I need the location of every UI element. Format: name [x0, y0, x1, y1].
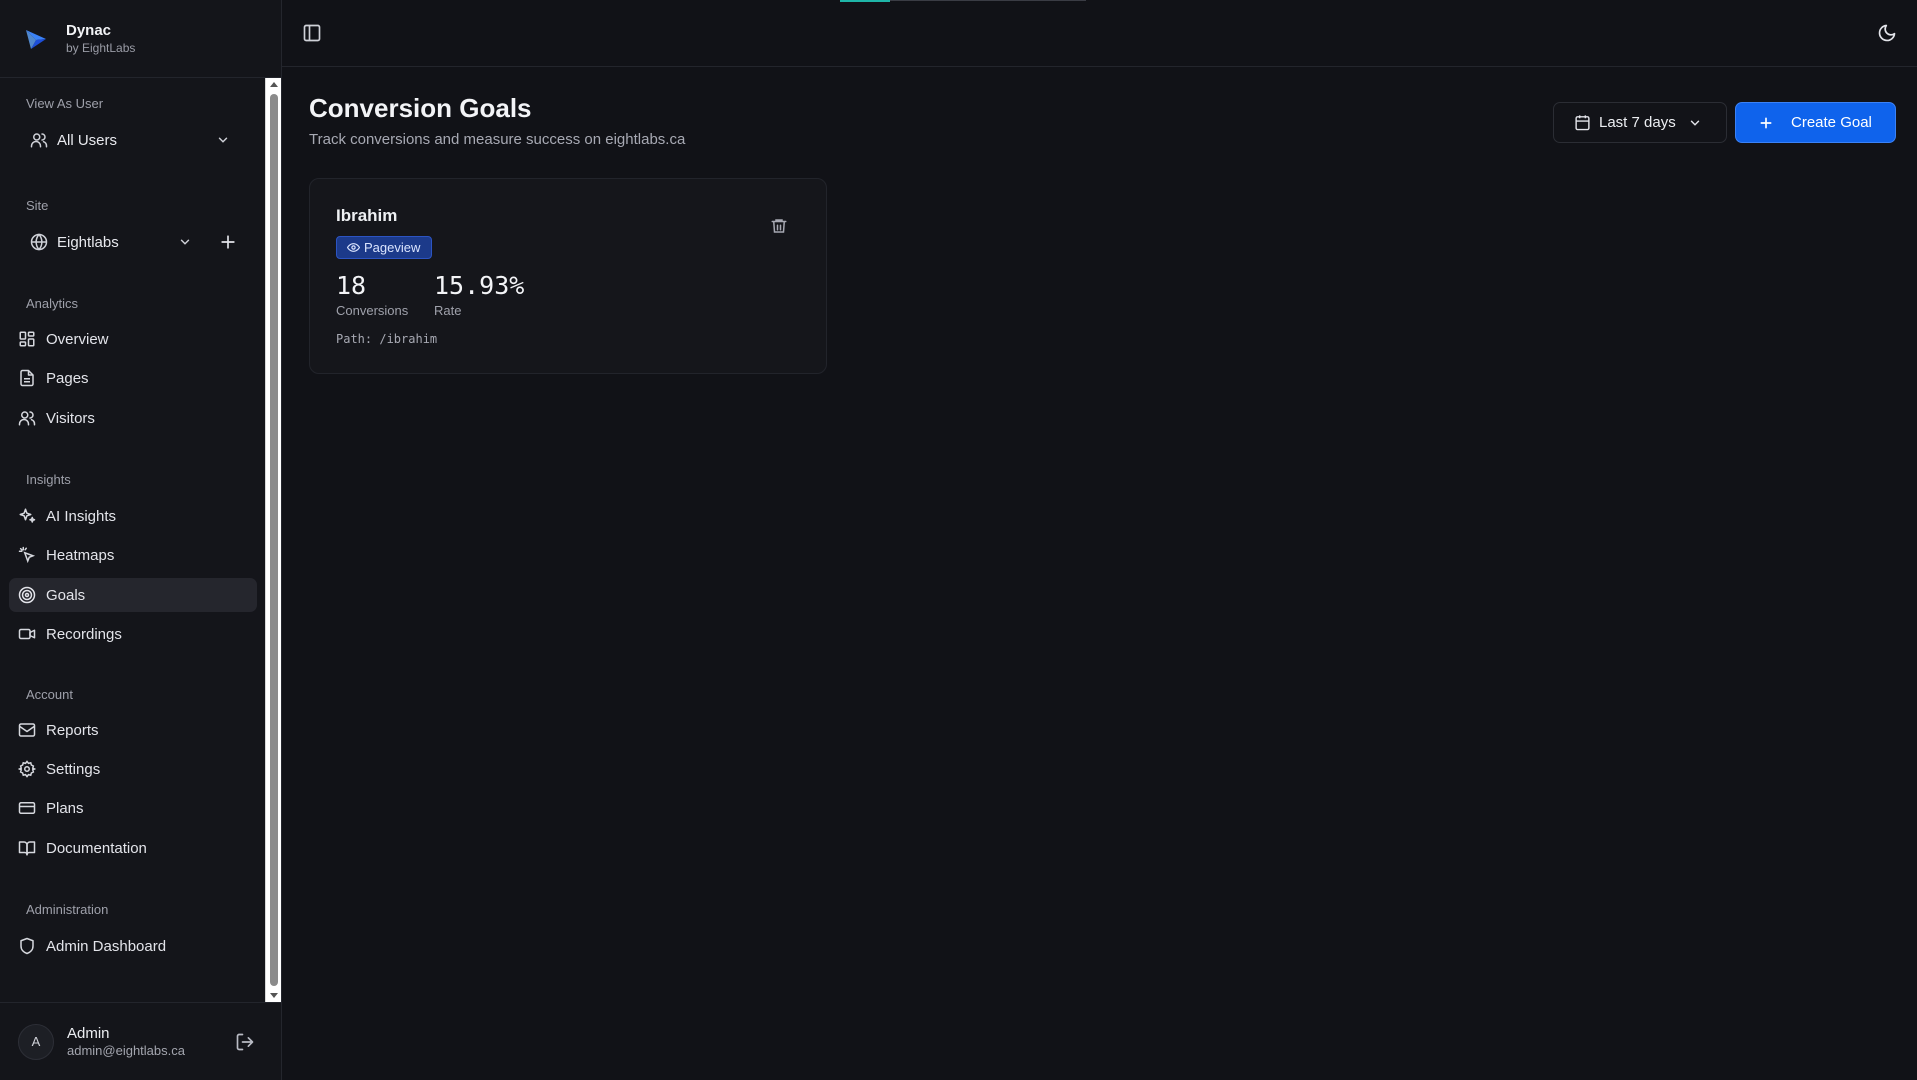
- sidebar-item-label: Reports: [46, 721, 99, 739]
- book-open-icon: [18, 839, 36, 857]
- conversions-label: Conversions: [336, 303, 409, 318]
- sidebar-item-documentation[interactable]: Documentation: [9, 831, 257, 865]
- moon-icon[interactable]: [1877, 23, 1897, 43]
- sidebar-item-label: Pages: [46, 369, 89, 387]
- sidebar-item-plans[interactable]: Plans: [9, 791, 257, 825]
- user-profile[interactable]: A Admin admin@eightlabs.ca: [0, 1002, 281, 1080]
- layout-grid-icon: [18, 330, 36, 348]
- sidebar-item-overview[interactable]: Overview: [9, 322, 257, 356]
- chevron-down-icon: [178, 235, 192, 249]
- create-goal-button[interactable]: Create Goal: [1735, 102, 1896, 143]
- sidebar-toggle-icon[interactable]: [302, 23, 322, 43]
- sidebar-item-visitors[interactable]: Visitors: [9, 401, 257, 435]
- users-icon: [18, 409, 36, 427]
- create-goal-label: Create Goal: [1791, 114, 1872, 131]
- sidebar-item-label: Documentation: [46, 839, 147, 857]
- scroll-up-arrow-icon[interactable]: [270, 82, 278, 87]
- rate-label: Rate: [434, 303, 462, 318]
- sidebar-item-label: Settings: [46, 760, 101, 778]
- sidebar-nav: View As User All Users Site Eightlabs An…: [0, 78, 264, 1002]
- target-icon: [18, 586, 36, 604]
- rate-value: 15.93%: [434, 271, 525, 300]
- credit-card-icon: [18, 799, 36, 817]
- section-label-analytics: Analytics: [26, 296, 79, 311]
- section-label-account: Account: [26, 687, 73, 702]
- video-icon: [18, 625, 36, 643]
- sidebar-item-label: Overview: [46, 330, 109, 348]
- brand-name: Dynac: [66, 21, 112, 39]
- sidebar-item-recordings[interactable]: Recordings: [9, 617, 257, 651]
- eye-icon: [347, 241, 360, 254]
- date-range-value: Last 7 days: [1599, 114, 1676, 131]
- dynac-logo-icon: [22, 25, 50, 53]
- sidebar-item-label: Recordings: [46, 625, 122, 643]
- plus-icon: [1758, 115, 1774, 131]
- sidebar-item-reports[interactable]: Reports: [9, 713, 257, 747]
- add-site-button[interactable]: [218, 232, 238, 252]
- loading-progress-track: [890, 0, 1086, 1]
- calendar-icon: [1574, 114, 1591, 131]
- scroll-thumb[interactable]: [270, 94, 278, 986]
- sidebar-item-settings[interactable]: Settings: [9, 752, 257, 786]
- main-content: Conversion Goals Track conversions and m…: [282, 0, 1917, 1080]
- chevron-down-icon: [1688, 116, 1702, 130]
- delete-goal-icon[interactable]: [770, 217, 788, 235]
- goal-card[interactable]: Ibrahim Pageview 18 Conversions 15.93% R…: [309, 178, 827, 374]
- view-as-label: View As User: [26, 96, 104, 111]
- user-email: admin@eightlabs.ca: [67, 1043, 185, 1058]
- goal-type-label: Pageview: [364, 240, 421, 255]
- view-as-user-select[interactable]: All Users: [26, 124, 240, 156]
- user-name: Admin: [67, 1025, 110, 1042]
- sidebar-item-heatmaps[interactable]: Heatmaps: [9, 538, 257, 572]
- sidebar-item-pages[interactable]: Pages: [9, 361, 257, 395]
- page-subtitle: Track conversions and measure success on…: [309, 131, 686, 148]
- sidebar-item-label: Visitors: [46, 409, 95, 427]
- app-root: Dynac by EightLabs View As User All User…: [0, 0, 1917, 1080]
- sidebar: Dynac by EightLabs View As User All User…: [0, 0, 282, 1080]
- brand-header[interactable]: Dynac by EightLabs: [0, 0, 281, 78]
- logout-icon[interactable]: [235, 1032, 255, 1052]
- sidebar-item-label: Plans: [46, 799, 84, 817]
- section-label-administration: Administration: [26, 902, 109, 917]
- goal-type-badge: Pageview: [336, 236, 433, 259]
- goal-name: Ibrahim: [336, 206, 398, 225]
- site-label: Site: [26, 198, 49, 213]
- shield-icon: [18, 937, 36, 955]
- rate-stat: 15.93% Rate: [434, 271, 524, 318]
- sidebar-item-label: Goals: [46, 586, 86, 604]
- gear-icon: [18, 760, 36, 778]
- view-as-value: All Users: [57, 131, 118, 149]
- sidebar-scrollbar[interactable]: [265, 78, 281, 1002]
- users-icon: [30, 131, 48, 149]
- sidebar-item-label: Heatmaps: [46, 546, 115, 564]
- sidebar-item-admin-dashboard[interactable]: Admin Dashboard: [9, 929, 257, 963]
- date-range-select[interactable]: Last 7 days: [1553, 102, 1727, 143]
- top-bar: [282, 0, 1917, 67]
- sidebar-item-ai-insights[interactable]: AI Insights: [9, 499, 257, 533]
- site-select[interactable]: Eightlabs: [26, 226, 202, 258]
- mail-icon: [18, 721, 36, 739]
- sidebar-item-label: Admin Dashboard: [46, 937, 167, 955]
- globe-icon: [30, 233, 48, 251]
- sidebar-item-goals[interactable]: Goals: [9, 578, 257, 612]
- scroll-down-arrow-icon[interactable]: [270, 993, 278, 998]
- loading-progress-bar: [840, 0, 890, 2]
- conversions-stat: 18 Conversions: [336, 271, 408, 318]
- site-value: Eightlabs: [57, 233, 119, 251]
- section-label-insights: Insights: [26, 472, 71, 487]
- avatar: A: [18, 1023, 54, 1060]
- conversions-value: 18: [336, 271, 367, 300]
- page-title: Conversion Goals: [309, 93, 532, 123]
- sidebar-item-label: AI Insights: [46, 507, 117, 525]
- chevron-down-icon: [216, 133, 230, 147]
- sparkles-icon: [18, 507, 36, 525]
- brand-byline: by EightLabs: [66, 40, 136, 55]
- goal-path: Path: /ibrahim: [336, 332, 438, 346]
- file-text-icon: [18, 369, 36, 387]
- heatmap-pointer-icon: [18, 546, 36, 564]
